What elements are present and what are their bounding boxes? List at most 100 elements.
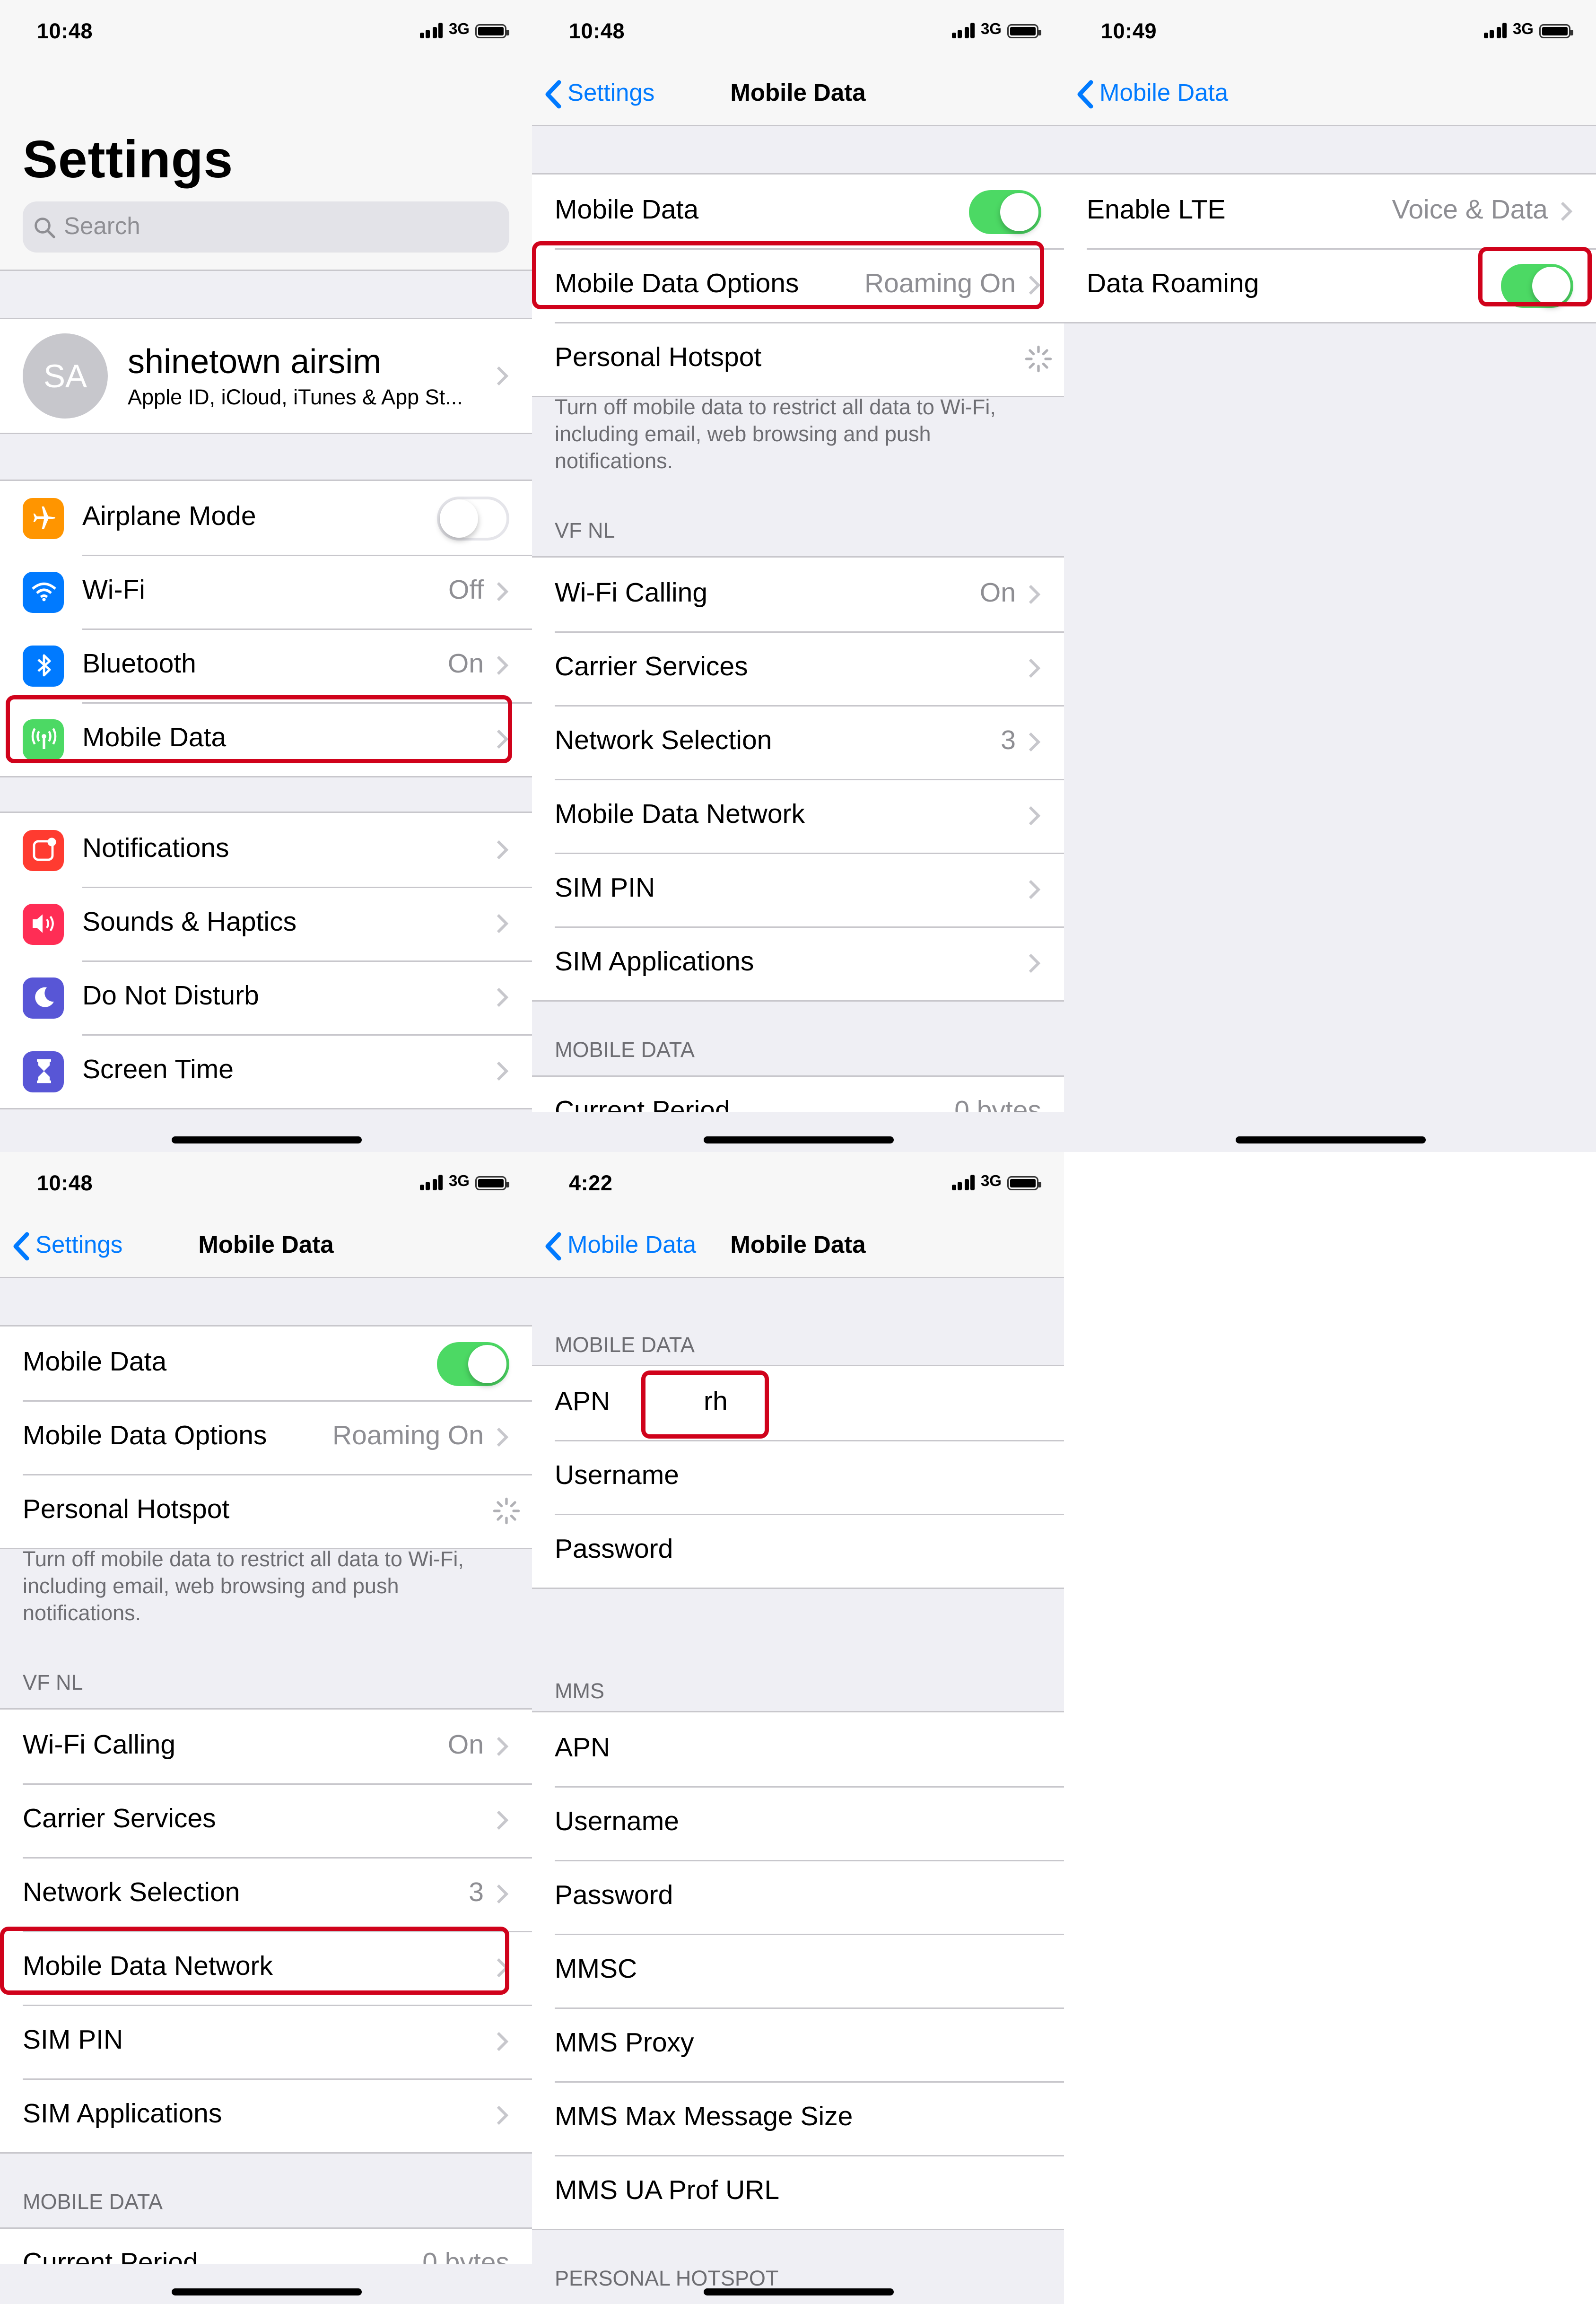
row-password[interactable]: Password: [532, 1514, 1064, 1588]
navigation-bar: Mobile Data: [1064, 62, 1596, 126]
row-value: On: [979, 579, 1016, 609]
row-label: Bluetooth: [82, 650, 196, 680]
chevron-left-icon: [545, 1231, 561, 1260]
row-carrier-services[interactable]: Carrier Services: [532, 631, 1064, 705]
battery-icon: [1539, 24, 1573, 38]
search-placeholder: Search: [64, 213, 140, 240]
back-button[interactable]: Mobile Data: [1075, 62, 1228, 125]
row-enable-lte[interactable]: Enable LTE Voice & Data: [1064, 175, 1596, 248]
chevron-left-icon: [1077, 79, 1093, 108]
row-sim-applications[interactable]: SIM Applications: [532, 926, 1064, 1000]
row-personal-hotspot[interactable]: Personal Hotspot: [532, 322, 1064, 396]
data-roaming-toggle[interactable]: [1501, 263, 1573, 307]
back-button[interactable]: Settings: [543, 62, 654, 125]
row-label: Carrier Services: [555, 653, 748, 682]
settings-row-screen-time[interactable]: Screen Time: [0, 1034, 532, 1108]
screen-mobile-data-network: 4:22 3G Mobile Data Mobile Data MOBILE D…: [532, 1152, 1064, 2304]
mobile-data-footer: Turn off mobile data to restrict all dat…: [555, 396, 996, 474]
chevron-right-icon: [497, 1958, 509, 1978]
row-network-selection[interactable]: Network Selection 3: [0, 1857, 532, 1931]
battery-icon: [475, 1176, 509, 1190]
airplane-mode-toggle[interactable]: [437, 496, 509, 540]
row-label: Notifications: [82, 834, 229, 864]
settings-row-bluetooth[interactable]: Bluetooth On: [0, 628, 532, 702]
settings-row-do-not-disturb[interactable]: Do Not Disturb: [0, 960, 532, 1034]
notifications-icon: [23, 829, 64, 871]
battery-icon: [1007, 1176, 1041, 1190]
mobile-data-footer: Turn off mobile data to restrict all dat…: [23, 1548, 464, 1626]
row-label: Mobile Data Network: [555, 800, 805, 830]
row-network-selection[interactable]: Network Selection 3: [532, 705, 1064, 779]
settings-row-wifi[interactable]: Wi-Fi Off: [0, 555, 532, 628]
navigation-bar: Mobile Data Settings: [0, 1214, 532, 1278]
back-button[interactable]: Settings: [11, 1214, 122, 1277]
page-title: Settings: [23, 131, 234, 189]
row-label: Mobile Data Options: [23, 1422, 267, 1451]
row-wifi-calling[interactable]: Wi-Fi Calling On: [0, 1710, 532, 1783]
apn-field[interactable]: rh: [704, 1388, 728, 1419]
status-bar: 10:48 3G: [0, 0, 532, 62]
chevron-right-icon: [497, 1884, 509, 1904]
row-mobile-data-options[interactable]: Mobile Data Options Roaming On: [532, 248, 1064, 322]
row-label: SIM Applications: [23, 2100, 222, 2129]
back-label: Mobile Data: [567, 1231, 697, 1258]
row-value: Off: [448, 576, 484, 606]
mobile-data-header: MOBILE DATA: [555, 1334, 695, 1358]
row-wifi-calling[interactable]: Wi-Fi Calling On: [532, 558, 1064, 631]
search-input[interactable]: Search: [23, 201, 509, 253]
row-value: 3: [469, 1878, 484, 1908]
row-label: Mobile Data: [555, 196, 699, 226]
bluetooth-icon: [23, 645, 64, 686]
account-row[interactable]: SA shinetown airsim Apple ID, iCloud, iT…: [0, 319, 532, 433]
carrier-group: Wi-Fi Calling On Carrier Services Network…: [0, 1708, 532, 2154]
status-time: 10:48: [37, 1172, 93, 1196]
row-mms-username[interactable]: Username: [532, 1786, 1064, 1860]
row-mobile-data-network[interactable]: Mobile Data Network: [532, 779, 1064, 853]
settings-row-notifications[interactable]: Notifications: [0, 813, 532, 887]
row-label: SIM PIN: [555, 874, 655, 904]
screen-mobile-data-options: 10:49 3G Mobile Data Enable LTE Voice & …: [1064, 0, 1596, 1152]
row-username[interactable]: Username: [532, 1440, 1064, 1514]
row-label: Mobile Data: [23, 1348, 167, 1378]
row-mms-max-size[interactable]: MMS Max Message Size: [532, 2081, 1064, 2155]
row-sim-applications[interactable]: SIM Applications: [0, 2078, 532, 2152]
mobile-data-toggle[interactable]: [969, 189, 1041, 234]
row-mms-apn[interactable]: APN: [532, 1712, 1064, 1786]
options-group: Enable LTE Voice & Data Data Roaming: [1064, 173, 1596, 323]
row-data-roaming[interactable]: Data Roaming: [1064, 248, 1596, 322]
row-label: MMSC: [555, 1955, 637, 1985]
settings-row-airplane-mode[interactable]: Airplane Mode: [0, 481, 532, 555]
speaker-icon: [23, 903, 64, 944]
row-mobile-data[interactable]: Mobile Data: [532, 175, 1064, 248]
row-sim-pin[interactable]: SIM PIN: [532, 853, 1064, 926]
carrier-header: VF NL: [555, 519, 615, 543]
row-mobile-data-network[interactable]: Mobile Data Network: [0, 1931, 532, 2005]
settings-row-mobile-data[interactable]: Mobile Data: [0, 702, 532, 776]
row-apn[interactable]: APN rh: [532, 1366, 1064, 1440]
row-sim-pin[interactable]: SIM PIN: [0, 2005, 532, 2078]
row-personal-hotspot[interactable]: Personal Hotspot: [0, 1474, 532, 1548]
row-mmsc[interactable]: MMSC: [532, 1934, 1064, 2007]
chevron-right-icon: [497, 366, 509, 386]
row-mobile-data-options[interactable]: Mobile Data Options Roaming On: [0, 1400, 532, 1474]
screen-settings: 10:48 3G Settings Search SA shinetown ai…: [0, 0, 532, 1152]
signal-icon: [951, 23, 975, 38]
row-carrier-services[interactable]: Carrier Services: [0, 1783, 532, 1857]
row-mms-proxy[interactable]: MMS Proxy: [532, 2007, 1064, 2081]
row-label: Personal Hotspot: [555, 343, 762, 373]
mobile-data-toggle[interactable]: [437, 1341, 509, 1386]
battery-icon: [475, 24, 509, 38]
chevron-right-icon: [497, 914, 509, 934]
row-label: MMS UA Prof URL: [555, 2176, 780, 2206]
search-icon: [35, 217, 55, 238]
row-mobile-data[interactable]: Mobile Data: [0, 1327, 532, 1400]
row-value: On: [447, 650, 484, 680]
row-mms-ua-prof-url[interactable]: MMS UA Prof URL: [532, 2155, 1064, 2229]
back-label: Mobile Data: [1099, 79, 1229, 106]
chevron-right-icon: [497, 987, 509, 1007]
row-label: Wi-Fi Calling: [555, 579, 708, 609]
settings-row-sounds[interactable]: Sounds & Haptics: [0, 887, 532, 960]
back-button[interactable]: Mobile Data: [543, 1214, 696, 1277]
home-indicator: [1236, 1136, 1426, 1143]
row-mms-password[interactable]: Password: [532, 1860, 1064, 1934]
